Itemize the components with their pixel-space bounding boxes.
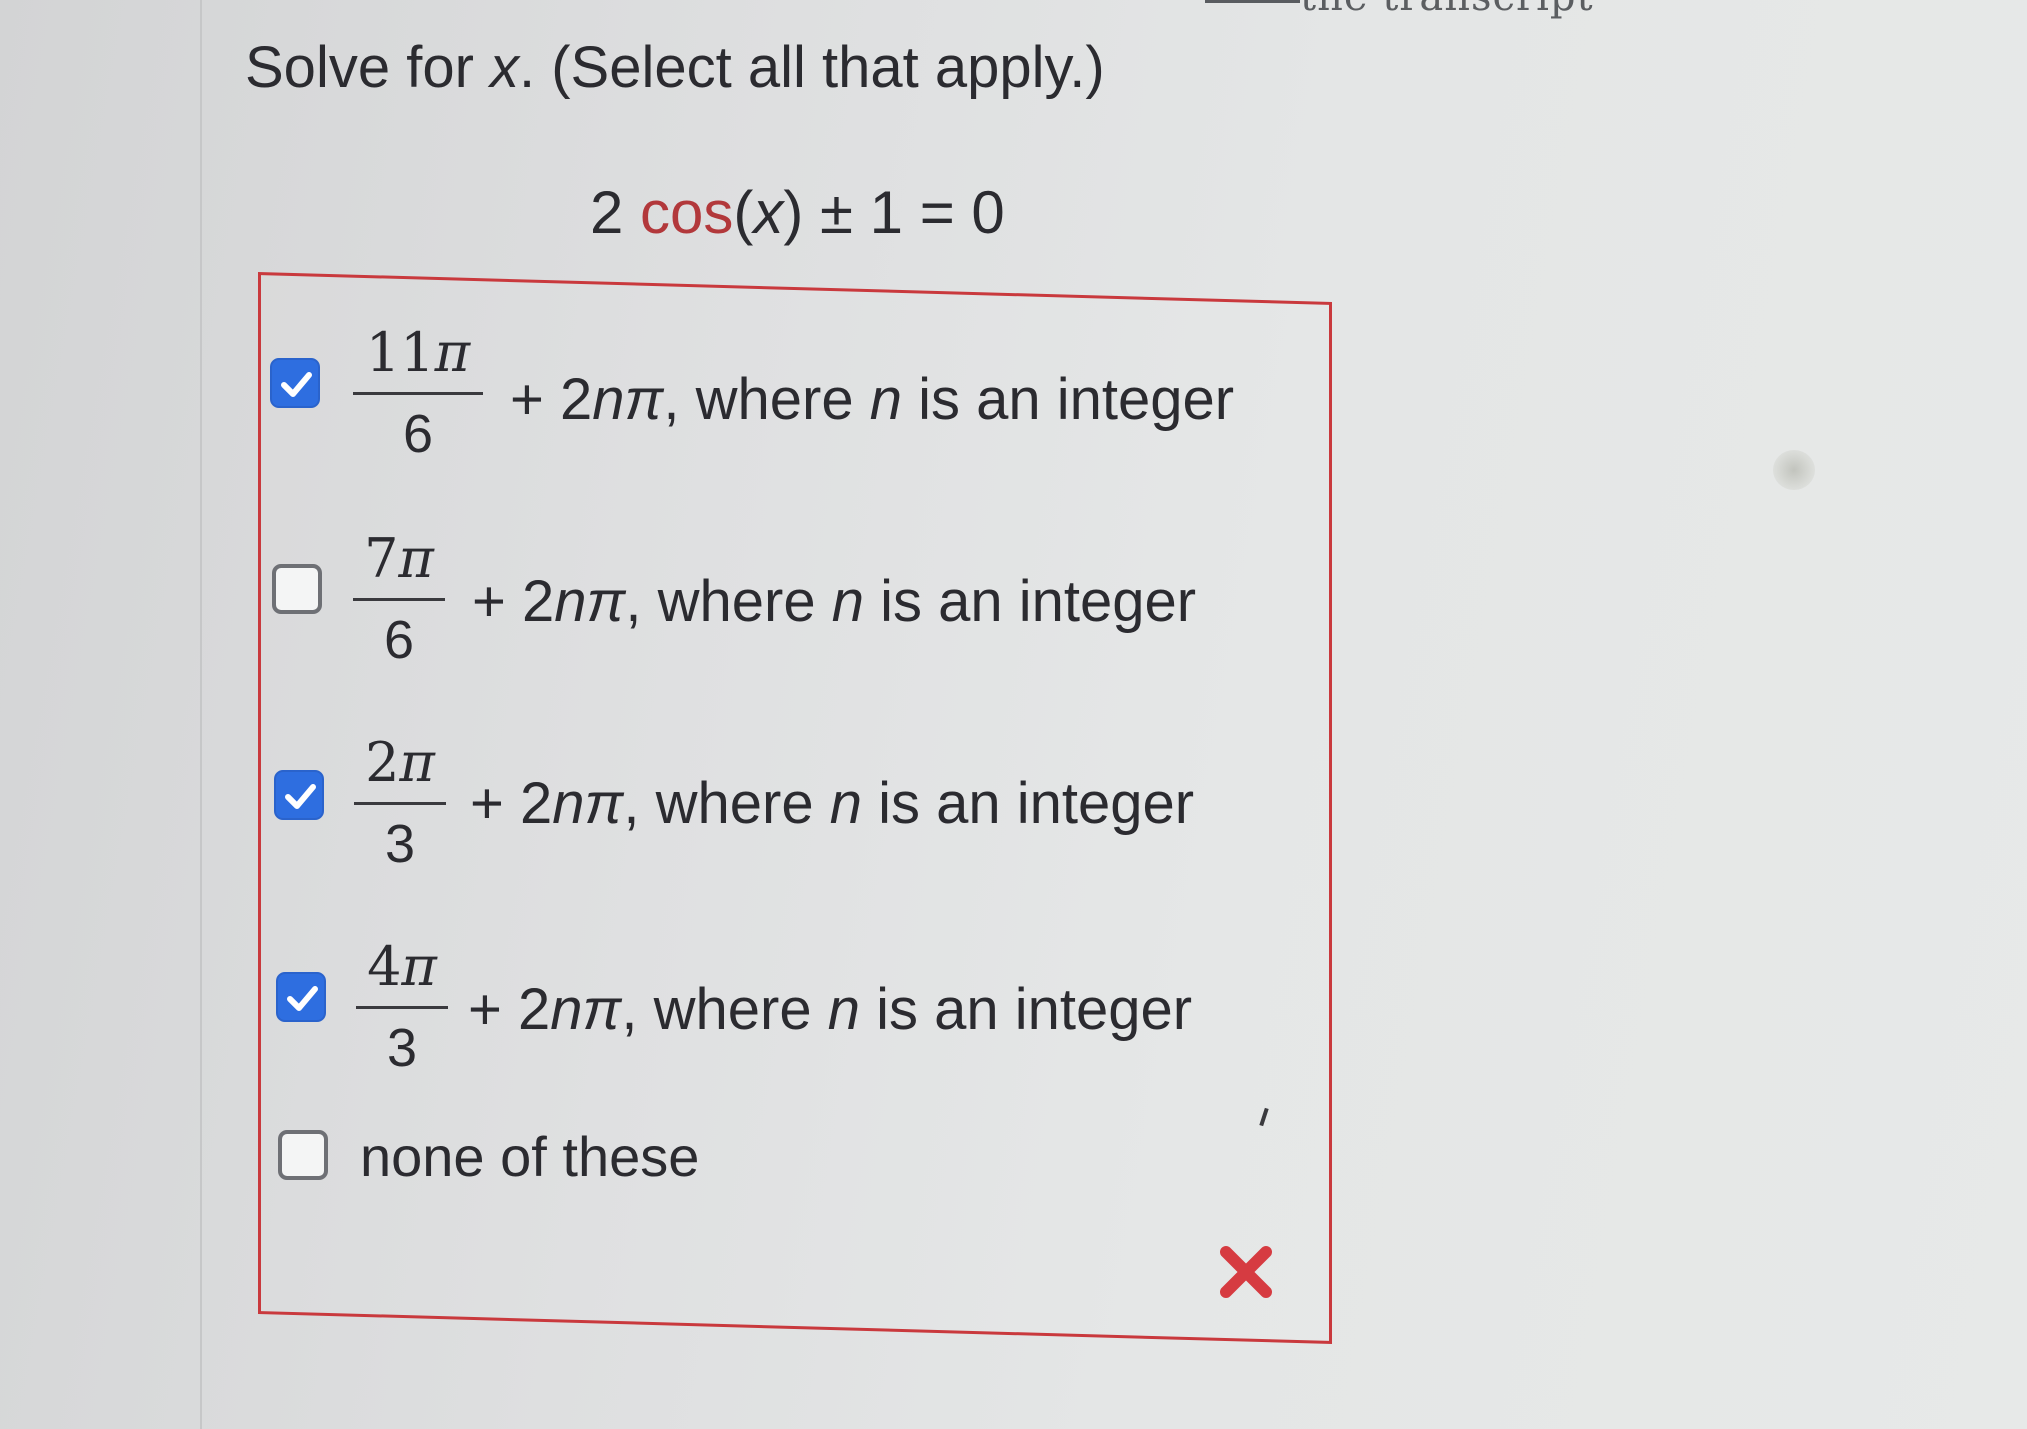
top-edge-cutoff-text: the transcript [1300,0,1594,20]
screen-smudge [1773,450,1815,490]
fraction-numerator: 2π [365,731,435,794]
equation-open-paren: ( [733,179,754,246]
option-2-text: + 2nπ, where n is an integer [472,569,1197,634]
option-3-fraction: 2π 3 [354,728,446,879]
answer-option-2[interactable]: 7π 6 + 2nπ, where n is an integer [268,524,1288,674]
left-margin-divider [200,0,202,1429]
fraction-bar [354,802,446,805]
answer-option-1[interactable]: 11π 6 + 2nπ, where n is an integer [268,318,1318,468]
fraction-numerator: 11π [365,321,471,384]
equation-rest: ± 1 = 0 [803,179,1005,246]
option-2-checkbox[interactable] [272,564,322,614]
none-option-label: none of these [360,1125,700,1188]
equation-argument: x [753,179,784,246]
checkmark-icon [285,784,316,809]
fraction-bar [356,1006,448,1009]
option-4-checkbox[interactable] [276,972,326,1022]
option-3-checkbox[interactable] [274,770,324,820]
option-4-text: + 2nπ, where n is an integer [468,977,1193,1042]
fraction-bar [353,392,483,395]
fraction-denominator: 6 [383,610,415,670]
option-4-fraction: 4π 3 [356,932,448,1083]
equation: 2 cos(x) ± 1 = 0 [590,178,1005,247]
x-mark-icon [1216,1242,1276,1302]
question-variable: x [490,35,519,100]
checkmark-icon [281,372,312,397]
question-suffix: . (Select all that apply.) [519,35,1105,100]
option-3-text: + 2nπ, where n is an integer [470,771,1195,836]
equation-close-paren: ) [783,179,804,246]
none-option-checkbox[interactable] [278,1130,328,1180]
equation-coefficient: 2 [590,179,624,246]
question-prompt: Solve for x. (Select all that apply.) [245,34,1105,101]
fraction-bar [353,598,445,601]
question-prefix: Solve for [245,35,490,100]
option-1-checkbox[interactable] [270,358,320,408]
option-1-fraction: 11π 6 [353,318,483,469]
fraction-numerator: 4π [367,935,437,998]
answer-option-none[interactable]: none of these [278,1124,798,1204]
fraction-denominator: 3 [386,1018,418,1078]
option-1-text: + 2nπ, where n is an integer [510,367,1235,432]
answer-option-4[interactable]: 4π 3 + 2nπ, where n is an integer [272,932,1272,1082]
equation-function: cos [640,179,734,246]
fraction-denominator: 6 [402,404,434,464]
answer-option-3[interactable]: 2π 3 + 2nπ, where n is an integer [270,728,1280,878]
fraction-numerator: 7π [364,527,434,590]
top-edge-rule [1205,0,1300,3]
option-2-fraction: 7π 6 [353,524,445,675]
fraction-denominator: 3 [384,814,416,874]
checkmark-icon [287,986,318,1011]
